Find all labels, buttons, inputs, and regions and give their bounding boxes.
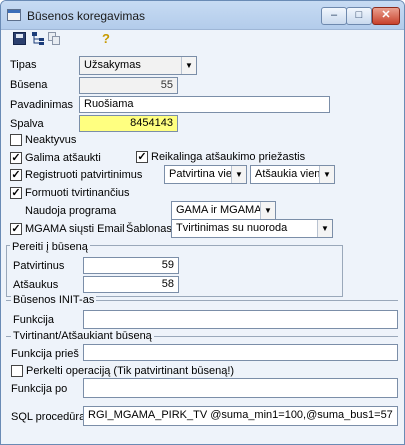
pavadinimas-field[interactable]: Ruošiama [79, 96, 330, 113]
formuoti-tvirtinancius-label: Formuoti tvirtinančius [25, 187, 130, 199]
init-funkcija-field[interactable] [83, 310, 398, 329]
tipas-value: Užsakymas [84, 59, 141, 71]
naudoja-programa-value: GAMA ir MGAMA [176, 204, 262, 216]
busena-label: Būsena [10, 79, 48, 91]
mgama-email-checkbox[interactable]: ✓ [10, 223, 22, 235]
naudoja-programa-label: Naudoja programa [25, 205, 117, 217]
funkcija-po-label: Funkcija po [11, 383, 68, 395]
patvirtinus-label: Patvirtinus [13, 260, 65, 272]
chevron-down-icon[interactable]: ▼ [319, 166, 334, 183]
help-icon[interactable]: ? [102, 32, 115, 45]
mgama-email-label: MGAMA siųsti Email [25, 223, 125, 235]
spalva-label: Spalva [10, 118, 44, 130]
spalva-field[interactable]: 8454143 [79, 115, 178, 132]
init-funkcija-label: Funkcija [13, 314, 54, 326]
sql-procedura-field[interactable]: RGI_MGAMA_PIRK_TV @suma_min1=100,@suma_b… [83, 406, 398, 426]
reikalinga-priezastis-checkbox[interactable]: ✓ [136, 151, 148, 163]
save-icon[interactable] [13, 32, 26, 45]
sql-procedura-label: SQL procedūra [11, 411, 86, 423]
form-body: Tipas Užsakymas ▼ Būsena 55 Pavadinimas … [1, 48, 404, 444]
neaktyvus-checkbox[interactable] [10, 134, 22, 146]
sablonas-label: Šablonas [126, 223, 172, 235]
pavadinimas-label: Pavadinimas [10, 99, 73, 111]
chevron-down-icon[interactable]: ▼ [260, 202, 275, 219]
title-bar[interactable]: Būsenos koregavimas – □ ✕ [1, 1, 404, 30]
chevron-down-icon[interactable]: ▼ [317, 220, 332, 237]
sablonas-select[interactable]: Tvirtinimas su nuoroda ▼ [171, 219, 333, 238]
reikalinga-priezastis-label: Reikalinga atšaukimo priežastis [151, 151, 306, 163]
formuoti-tvirtinancius-checkbox[interactable]: ✓ [10, 187, 22, 199]
window-icon [7, 9, 21, 21]
galima-atsaukti-checkbox[interactable]: ✓ [10, 152, 22, 164]
tvirtinant-title: Tvirtinant/Atšaukiant būseną [11, 330, 154, 342]
perkelti-operacija-label: Perkelti operaciją (Tik patvirtinant būs… [26, 365, 235, 377]
toolbar: ? [1, 30, 404, 48]
atsaukus-field[interactable]: 58 [83, 276, 179, 293]
registruoti-patvirtinimus-label: Registruoti patvirtinimus [25, 169, 143, 181]
minimize-button[interactable]: – [321, 7, 347, 25]
tipas-select[interactable]: Užsakymas ▼ [79, 56, 197, 75]
patvirtinus-field[interactable]: 59 [83, 257, 179, 274]
atsaukus-label: Atšaukus [13, 279, 59, 291]
window-title: Būsenos koregavimas [27, 9, 146, 23]
init-title: Būsenos INIT-as [11, 294, 97, 306]
tipas-label: Tipas [10, 59, 37, 71]
patvirtina-select[interactable]: Patvirtina vienas ▼ [164, 165, 247, 184]
pereiti-title: Pereiti į būseną [10, 241, 90, 253]
atsaukia-select[interactable]: Atšaukia vienas ▼ [250, 165, 335, 184]
close-button[interactable]: ✕ [372, 7, 400, 25]
perkelti-operacija-checkbox[interactable] [11, 365, 23, 377]
sablonas-value: Tvirtinimas su nuoroda [176, 222, 288, 234]
busena-field[interactable]: 55 [79, 77, 178, 94]
funkcija-pries-label: Funkcija prieš [11, 348, 79, 360]
neaktyvus-label: Neaktyvus [25, 134, 77, 146]
maximize-button[interactable]: □ [346, 7, 372, 25]
funkcija-pries-field[interactable] [83, 344, 398, 361]
chevron-down-icon[interactable]: ▼ [231, 166, 246, 183]
copy-icon[interactable] [48, 32, 61, 45]
registruoti-patvirtinimus-checkbox[interactable]: ✓ [10, 169, 22, 181]
funkcija-po-field[interactable] [83, 378, 398, 398]
galima-atsaukti-label: Galima atšaukti [25, 152, 101, 164]
chevron-down-icon[interactable]: ▼ [181, 57, 196, 74]
busenos-koregavimas-window: Būsenos koregavimas – □ ✕ ? Tipas Užsaky… [0, 0, 405, 445]
naudoja-programa-select[interactable]: GAMA ir MGAMA ▼ [171, 201, 276, 220]
tree-icon[interactable] [32, 32, 45, 45]
